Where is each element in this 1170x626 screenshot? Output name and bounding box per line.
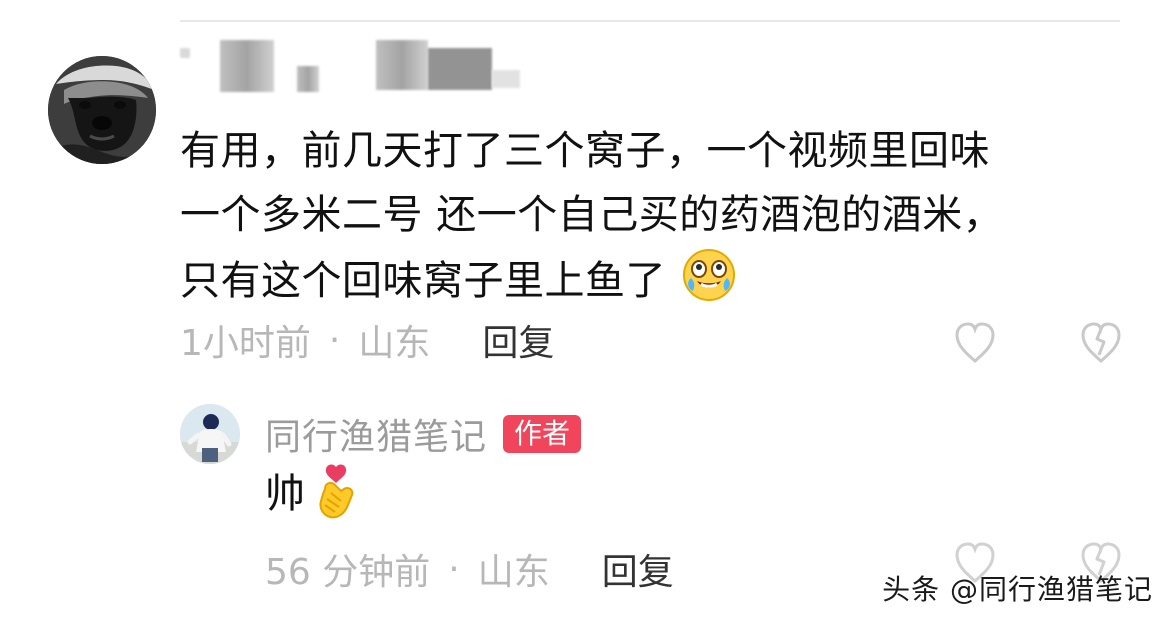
comment-line-2: 一个多米二号 还一个自己买的药酒泡的酒米，	[180, 192, 1004, 238]
reply-time: 56 分钟前	[265, 552, 431, 593]
person-avatar	[180, 404, 240, 464]
broken-heart-icon	[1081, 322, 1121, 363]
comment-time: 1小时前	[180, 323, 311, 364]
like-button[interactable]	[950, 318, 1000, 368]
top-divider	[180, 20, 1120, 22]
reply-author-name[interactable]: 同行渔猎笔记	[265, 408, 487, 460]
honey-badger-avatar	[48, 56, 156, 164]
reply-text-row: 帅	[265, 462, 359, 526]
reply-avatar[interactable]	[180, 404, 240, 464]
reply-meta: 56 分钟前 · 山东 回复	[265, 543, 674, 595]
reply-button[interactable]: 回复	[482, 314, 554, 366]
reply-author-row: 同行渔猎笔记 作者	[265, 408, 582, 460]
blurred-username	[180, 40, 520, 100]
heart-outline-icon	[955, 322, 995, 363]
comment-meta: 1小时前 · 山东 回复	[180, 315, 554, 365]
commenter-avatar[interactable]	[48, 56, 156, 164]
reply-meta-separator: ·	[448, 548, 460, 590]
dislike-button[interactable]	[1076, 318, 1126, 368]
laugh-cry-emoji	[681, 247, 737, 303]
author-badge: 作者	[503, 415, 582, 453]
comment-location: 山东	[358, 323, 431, 364]
comment-line-3-text: 只有这个回味窝子里上鱼了	[180, 258, 666, 304]
comment-line-3: 只有这个回味窝子里上鱼了	[180, 247, 1120, 313]
heart-hand-emoji	[313, 463, 359, 525]
reply-reply-button[interactable]: 回复	[602, 543, 674, 595]
comment-card: 有用，前几天打了三个窝子，一个视频里回味 一个多米二号 还一个自己买的药酒泡的酒…	[48, 40, 1138, 368]
comment-text: 有用，前几天打了三个窝子，一个视频里回味 一个多米二号 还一个自己买的药酒泡的酒…	[180, 119, 1120, 313]
comment-line-1: 有用，前几天打了三个窝子，一个视频里回味	[180, 128, 990, 174]
reply-text: 帅	[265, 471, 305, 517]
watermark: 头条 @同行渔猎笔记	[882, 573, 1153, 606]
meta-separator: ·	[328, 319, 341, 361]
reply-location: 山东	[477, 552, 550, 593]
